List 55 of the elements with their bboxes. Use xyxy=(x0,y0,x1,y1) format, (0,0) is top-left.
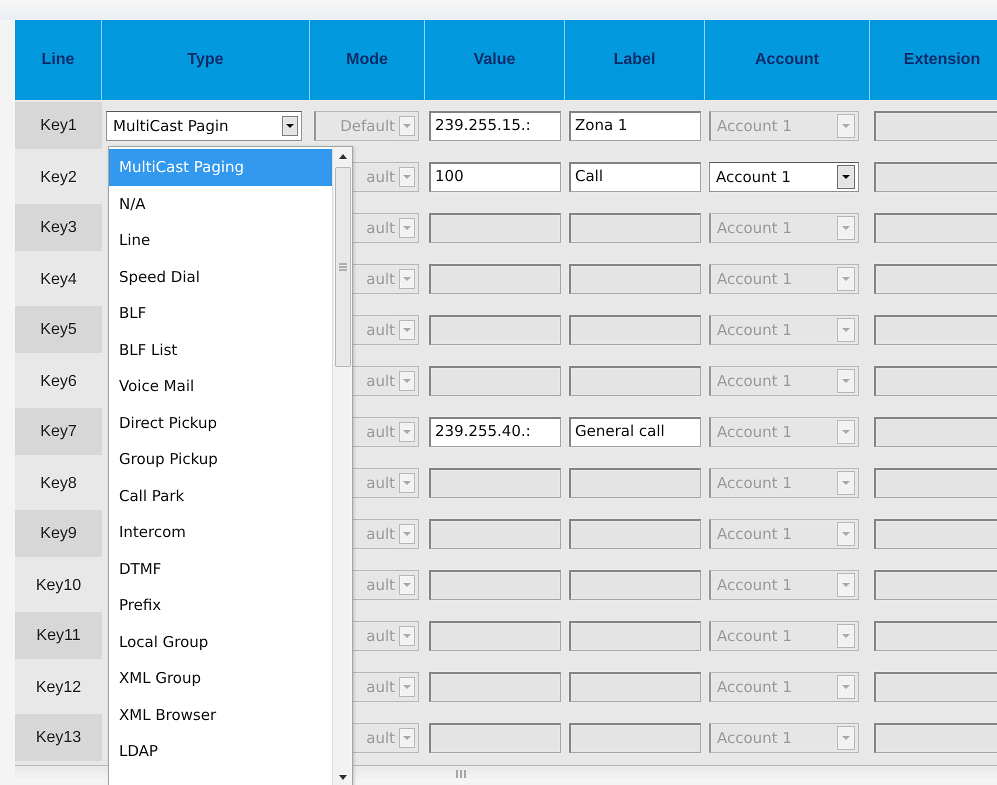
caret-icon xyxy=(837,572,855,596)
caret-icon xyxy=(837,318,855,342)
table-cell: Key7 xyxy=(15,408,102,455)
caret-icon xyxy=(399,524,415,544)
caret-icon xyxy=(399,370,415,390)
caret-icon xyxy=(837,266,855,290)
caret-icon xyxy=(837,470,855,494)
caret-icon xyxy=(837,216,855,240)
table-cell-text: Key10 xyxy=(34,576,82,596)
label-field[interactable]: Zona 1 xyxy=(569,110,701,140)
table-cell-text: Key4 xyxy=(39,270,78,290)
value-field[interactable]: 100 xyxy=(429,162,561,192)
caret-icon xyxy=(282,116,298,136)
value-field[interactable]: 239.255.15.: xyxy=(429,110,561,140)
up-arrow-icon xyxy=(338,153,348,161)
dropdown-option[interactable]: MultiCast Paging xyxy=(109,149,332,186)
table-cell-text: Key8 xyxy=(39,474,78,494)
grip-icon xyxy=(338,263,348,271)
table-cell: Key11 xyxy=(15,612,102,659)
caret-icon xyxy=(399,574,415,594)
table-cell-text: Key12 xyxy=(34,678,82,698)
caret-icon xyxy=(399,626,415,646)
table-cell-text: Key2 xyxy=(39,168,78,188)
caret-icon xyxy=(399,422,415,442)
type-select[interactable]: MultiCast Pagin xyxy=(106,110,302,140)
label-field[interactable]: Call xyxy=(569,162,701,192)
caret-icon xyxy=(399,166,415,186)
caret-icon xyxy=(837,522,855,546)
caret-icon xyxy=(837,420,855,444)
table-cell: Key3 xyxy=(15,204,102,251)
table-cell: Key13 xyxy=(15,714,102,761)
table-cell-text: Key6 xyxy=(39,372,78,392)
caret-icon xyxy=(837,726,855,750)
caret-icon xyxy=(399,728,415,748)
caret-icon xyxy=(399,268,415,288)
caret-icon xyxy=(399,116,415,136)
caret-icon xyxy=(399,320,415,340)
scroll-thumb[interactable] xyxy=(334,167,350,367)
account-select[interactable]: Account 1 xyxy=(709,162,859,192)
table-cell: Key9 xyxy=(15,510,102,557)
grip-icon xyxy=(455,769,467,779)
down-arrow-icon xyxy=(338,773,348,781)
caret-icon xyxy=(399,472,415,492)
value-field[interactable]: 239.255.40.: xyxy=(429,416,561,446)
caret-icon xyxy=(399,676,415,696)
caret-icon xyxy=(837,368,855,392)
table-cell: Key1 xyxy=(15,102,102,149)
table-cell: Key5 xyxy=(15,306,102,353)
label-field[interactable]: General call xyxy=(569,416,701,446)
caret-icon xyxy=(837,114,855,138)
caret-icon xyxy=(399,218,415,238)
vertical-scrollbar[interactable] xyxy=(332,147,352,785)
caret-icon xyxy=(837,164,855,188)
caret-icon xyxy=(837,674,855,698)
caret-icon xyxy=(837,624,855,648)
